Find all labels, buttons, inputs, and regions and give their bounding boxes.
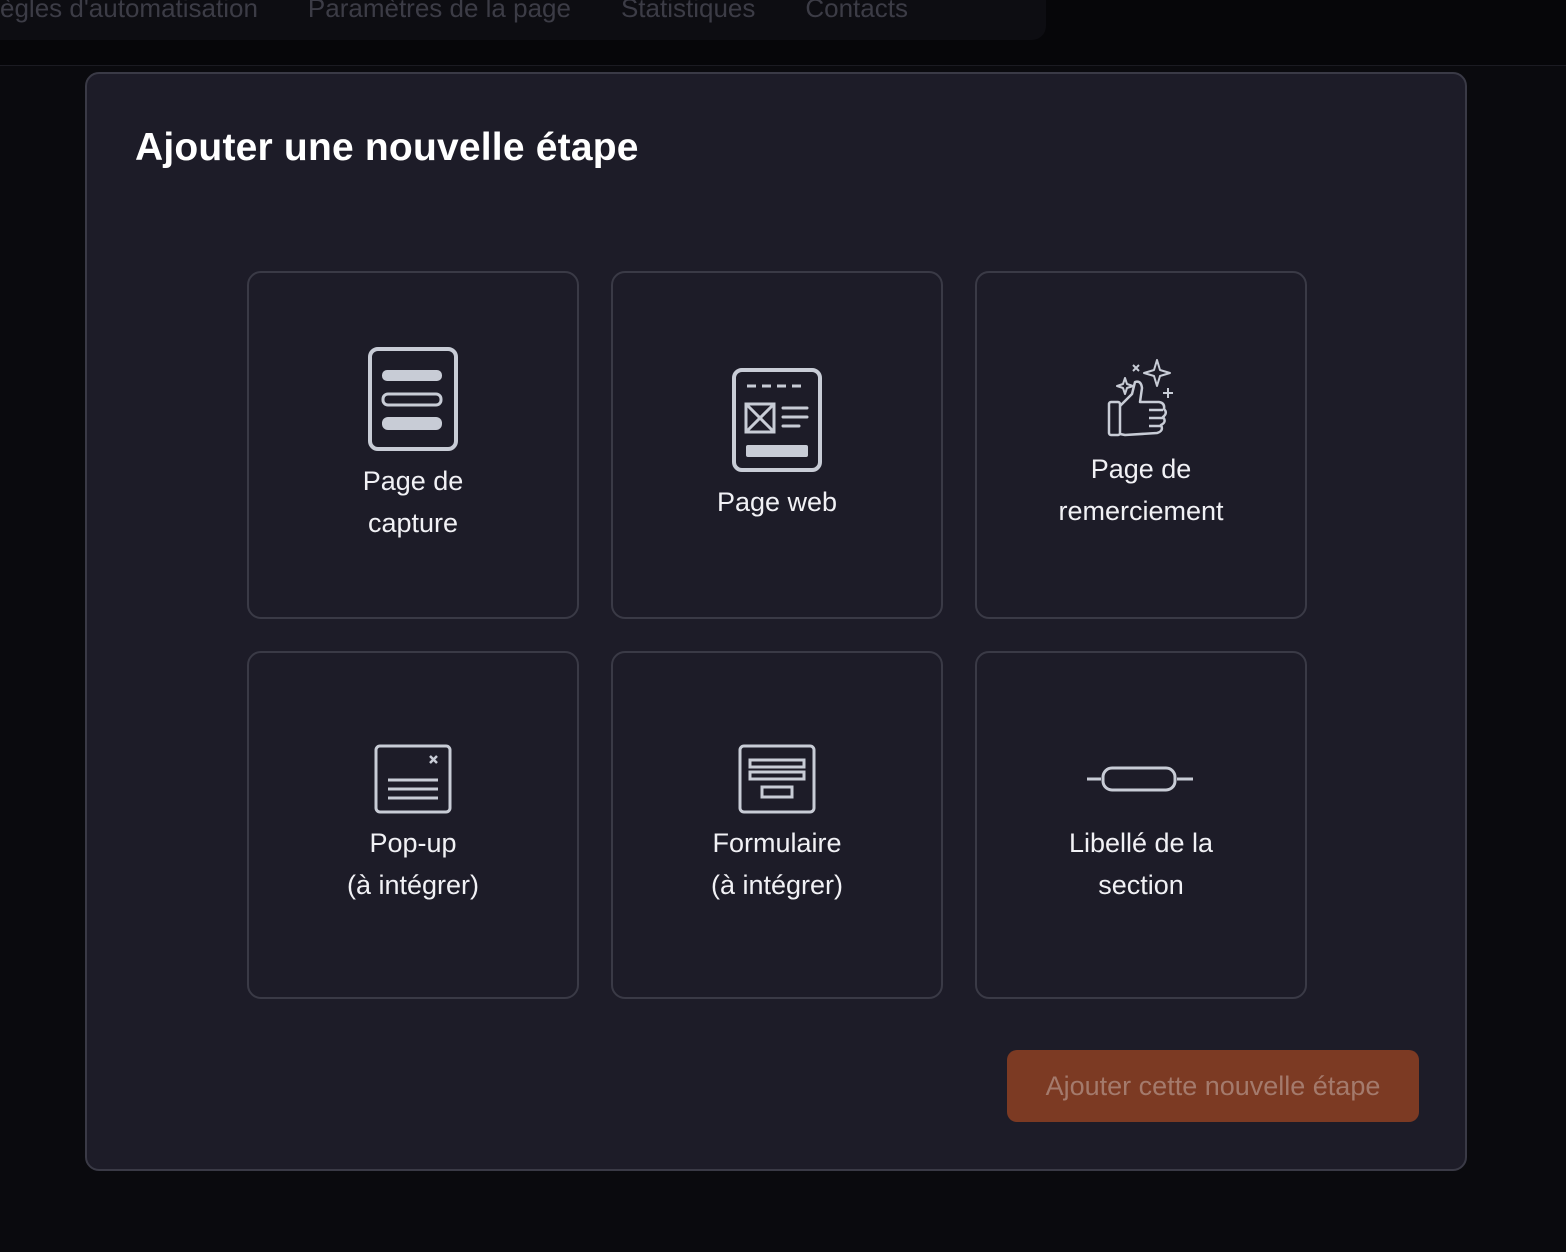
tab-bar: ègles d'automatisation Paramètres de la … <box>0 0 1046 40</box>
option-label: Libellé de la section <box>1068 828 1214 900</box>
option-form[interactable]: Formulaire (à intégrer) <box>611 651 943 999</box>
option-label: Page de capture <box>362 466 464 538</box>
tab-statistics[interactable]: Statistiques <box>621 0 755 24</box>
add-step-button[interactable]: Ajouter cette nouvelle étape <box>1007 1050 1419 1122</box>
option-label: Page web <box>716 487 838 517</box>
option-label: Page de remerciement <box>1058 454 1224 526</box>
option-popup[interactable]: Pop-up (à intégrer) <box>247 651 579 999</box>
modal-title: Ajouter une nouvelle étape <box>135 126 639 169</box>
option-section-label[interactable]: Libellé de la section <box>975 651 1307 999</box>
tab-automation-rules[interactable]: ègles d'automatisation <box>0 0 258 24</box>
option-label: Formulaire (à intégrer) <box>710 828 844 900</box>
top-navigation: ègles d'automatisation Paramètres de la … <box>0 0 1566 66</box>
option-label: Pop-up (à intégrer) <box>346 828 480 900</box>
tab-page-settings[interactable]: Paramètres de la page <box>308 0 571 24</box>
option-web-page[interactable]: Page web <box>611 271 943 619</box>
popup-icon <box>374 744 452 814</box>
add-step-modal: Ajouter une nouvelle étape Page de captu… <box>85 72 1467 1171</box>
thumbs-up-sparkles-icon <box>1107 359 1173 437</box>
form-icon <box>738 744 816 814</box>
option-thank-you-page[interactable]: Page de remerciement <box>975 271 1307 619</box>
web-page-icon <box>732 368 822 472</box>
tab-contacts[interactable]: Contacts <box>805 0 908 24</box>
option-capture-page[interactable]: Page de capture <box>247 271 579 619</box>
capture-page-icon <box>368 347 458 451</box>
step-type-grid: Page de capture Page web Page de remerci… <box>247 271 1307 999</box>
section-label-icon <box>1087 766 1193 792</box>
